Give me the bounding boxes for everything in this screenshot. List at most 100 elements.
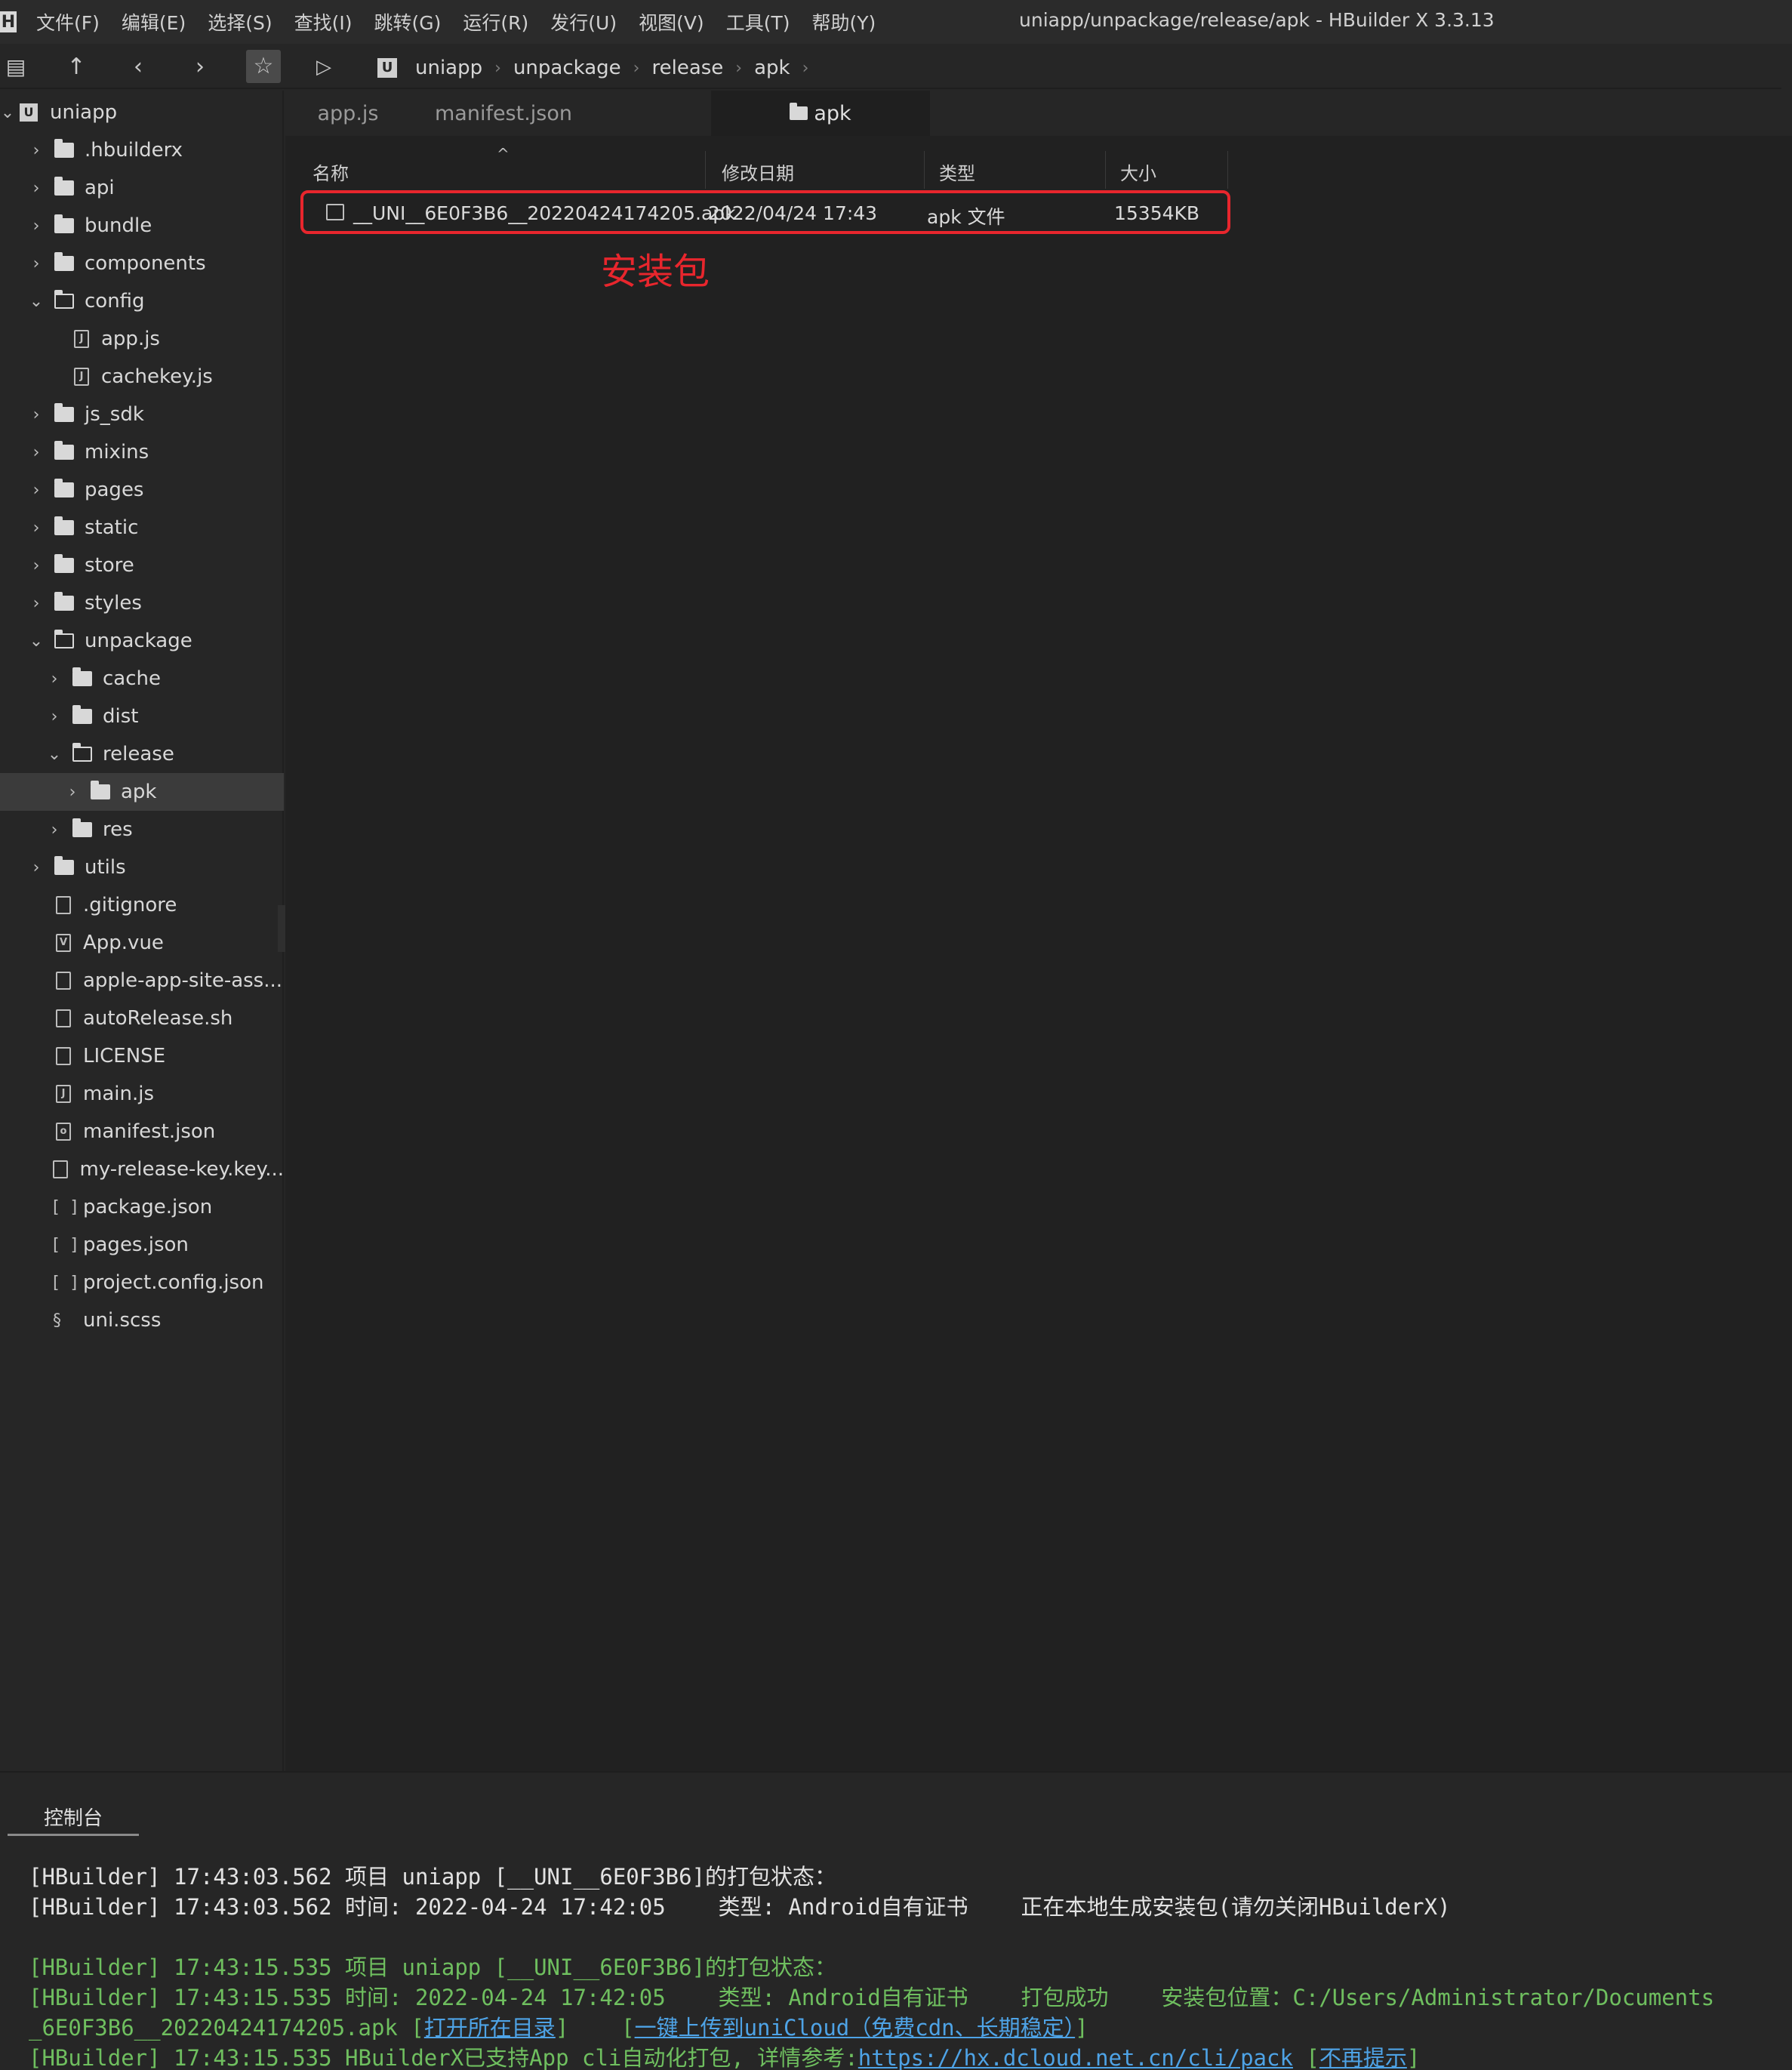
menu-item[interactable]: 运行(R) (463, 8, 528, 35)
chevron-right-icon[interactable]: › (29, 556, 44, 575)
tree-item-my-release-key-key[interactable]: my-release-key.key... (0, 1151, 284, 1188)
column-header-size[interactable]: 大小 (1120, 159, 1156, 185)
play-icon[interactable]: ▷ (311, 54, 337, 80)
breadcrumb-item[interactable]: release (651, 57, 723, 79)
chevron-right-icon[interactable]: › (29, 594, 44, 613)
menu-item[interactable]: 工具(T) (726, 8, 790, 35)
chevron-right-icon[interactable]: › (29, 217, 44, 236)
column-header-name[interactable]: 名称 (313, 159, 349, 185)
star-icon[interactable]: ☆ (246, 50, 281, 83)
tree-item-styles[interactable]: › styles (0, 584, 284, 622)
tree-item-static[interactable]: › static (0, 509, 284, 547)
vue-file-icon: V (56, 934, 71, 952)
column-header-modified[interactable]: 修改日期 (722, 159, 794, 185)
console-link[interactable]: 打开所在目录 (424, 2015, 556, 2041)
menu-item[interactable]: 视图(V) (639, 8, 704, 35)
tree-item-store[interactable]: › store (0, 547, 284, 584)
column-divider[interactable] (1105, 151, 1106, 189)
tree-item-bundle[interactable]: › bundle (0, 207, 284, 245)
back-icon[interactable]: ‹ (125, 54, 151, 80)
chevron-down-icon[interactable]: ⌄ (47, 745, 62, 764)
tree-item-license[interactable]: LICENSE (0, 1037, 284, 1075)
file-row-highlighted[interactable]: __UNI__6E0F3B6__20220424174205.apk 2022/… (300, 190, 1230, 234)
forward-icon[interactable]: › (187, 54, 213, 80)
chevron-down-icon[interactable]: ⌄ (29, 292, 44, 311)
menu-item[interactable]: 编辑(E) (122, 8, 186, 35)
tree-item-label: pages.json (83, 1234, 189, 1256)
menu-item[interactable]: 帮助(Y) (811, 8, 876, 35)
breadcrumb-item[interactable]: uniapp (415, 57, 482, 79)
column-header-type[interactable]: 类型 (939, 159, 975, 185)
tree-item-api[interactable]: › api (0, 169, 284, 207)
tree-item-main-js[interactable]: Jmain.js (0, 1075, 284, 1113)
tree-item-manifest-json[interactable]: o manifest.json (0, 1113, 284, 1151)
chevron-down-icon[interactable]: ⌄ (29, 632, 44, 651)
column-divider[interactable] (705, 151, 706, 189)
tab-app-js[interactable]: app.js (285, 91, 411, 136)
chevron-right-icon[interactable]: › (29, 254, 44, 273)
tree-item-pages-json[interactable]: [ ] pages.json (0, 1226, 284, 1264)
console-link[interactable]: 一键上传到uniCloud（免费cdn、长期稳定） (635, 2015, 1076, 2041)
tree-item-cachekey-js[interactable]: Jcachekey.js (0, 358, 284, 396)
console-link[interactable]: 不再提示 (1319, 2045, 1407, 2070)
tree-item-project-config-json[interactable]: [ ] project.config.json (0, 1264, 284, 1301)
breadcrumb-item[interactable]: unpackage (513, 57, 621, 79)
tree-item-mixins[interactable]: › mixins (0, 433, 284, 471)
tree-item-label: uniapp (50, 101, 118, 124)
menu-item[interactable]: 查找(I) (294, 8, 353, 35)
chevron-right-icon[interactable]: › (65, 783, 80, 802)
tree-item-cache[interactable]: › cache (0, 660, 284, 698)
menu-item[interactable]: 选择(S) (208, 8, 272, 35)
tree-item-app-vue[interactable]: V App.vue (0, 924, 284, 962)
folder-open-icon (72, 743, 92, 762)
column-divider[interactable] (924, 151, 925, 189)
chevron-right-icon[interactable]: › (29, 141, 44, 160)
chevron-right-icon[interactable]: › (47, 670, 62, 688)
console-text: ] (1075, 2015, 1088, 2041)
column-divider[interactable] (1227, 151, 1228, 189)
chevron-right-icon[interactable]: › (29, 481, 44, 500)
tab-apk[interactable]: apk (711, 91, 930, 136)
chevron-right-icon[interactable]: › (29, 858, 44, 877)
tree-item-gitignore[interactable]: .gitignore (0, 886, 284, 924)
tree-item-apk[interactable]: › apk (0, 773, 284, 811)
chevron-right-icon[interactable]: › (47, 707, 62, 726)
chevron-right-icon[interactable]: › (29, 519, 44, 538)
tree-item-app-js[interactable]: Japp.js (0, 320, 284, 358)
folder-open-icon (54, 630, 74, 648)
console-tab[interactable]: 控制台 (8, 1798, 139, 1836)
tree-item-autorelease-sh[interactable]: autoRelease.sh (0, 1000, 284, 1037)
chevron-right-icon[interactable]: › (47, 821, 62, 839)
tree-item-js-sdk[interactable]: › js_sdk (0, 396, 284, 433)
tree-item-package-json[interactable]: [ ] package.json (0, 1188, 284, 1226)
tree-item-dist[interactable]: › dist (0, 698, 284, 735)
tree-item-release[interactable]: ⌄ release (0, 735, 284, 773)
tree-item-res[interactable]: › res (0, 811, 284, 849)
console-text: [HBuilder] 17:43:03.562 时间: 2022-04-24 1… (29, 1894, 1451, 1920)
tab-label: app.js (317, 101, 379, 125)
chevron-right-icon[interactable]: › (29, 179, 44, 198)
new-file-icon[interactable]: ▤ (3, 54, 29, 80)
chevron-down-icon[interactable]: ⌄ (0, 103, 15, 122)
chevron-right-icon[interactable]: › (29, 405, 44, 424)
tree-item-uniapp[interactable]: ⌄ Uuniapp (0, 94, 284, 131)
folder-icon (54, 441, 74, 460)
tree-item-config[interactable]: ⌄ config (0, 282, 284, 320)
tree-item-hbuilderx[interactable]: › .hbuilderx (0, 131, 284, 169)
tree-item-pages[interactable]: › pages (0, 471, 284, 509)
chevron-right-icon[interactable]: › (29, 443, 44, 462)
tree-item-apple-app-site-ass[interactable]: apple-app-site-ass... (0, 962, 284, 1000)
tree-item-label: .hbuilderx (85, 139, 183, 162)
tree-item-unpackage[interactable]: ⌄ unpackage (0, 622, 284, 660)
menu-item[interactable]: 发行(U) (550, 8, 617, 35)
tree-item-uni-scss[interactable]: § uni.scss (0, 1301, 284, 1339)
tree-item-components[interactable]: › components (0, 245, 284, 282)
json-file-icon: [ ] (53, 1197, 81, 1217)
tab-manifest-json[interactable]: manifest.json (411, 91, 596, 136)
up-arrow-icon[interactable]: ↑ (63, 54, 89, 80)
menu-item[interactable]: 文件(F) (36, 8, 100, 35)
menu-item[interactable]: 跳转(G) (374, 8, 441, 35)
console-link[interactable]: https://hx.dcloud.net.cn/cli/pack (858, 2045, 1293, 2070)
tree-item-utils[interactable]: › utils (0, 849, 284, 886)
breadcrumb-item[interactable]: apk (754, 57, 790, 79)
